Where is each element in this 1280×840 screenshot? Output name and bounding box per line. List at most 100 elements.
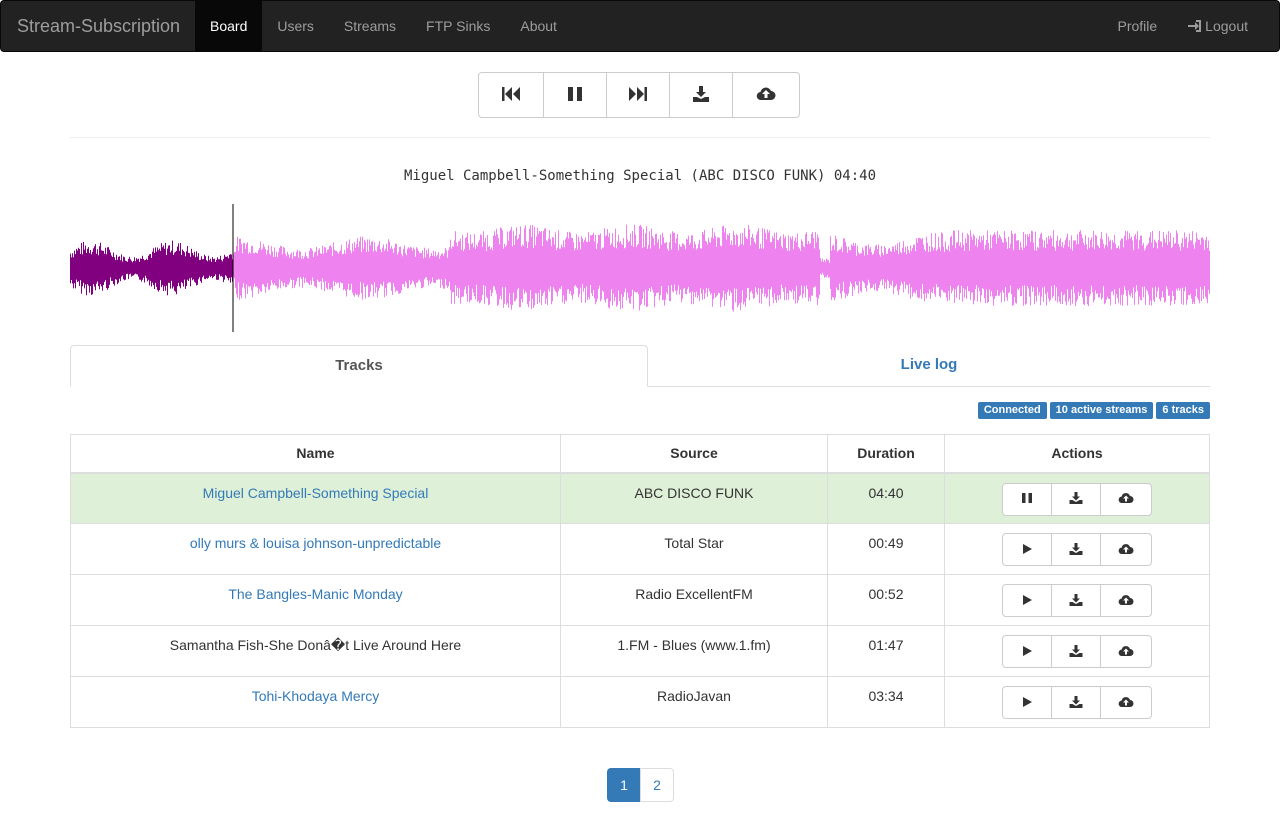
nav-users[interactable]: Users (262, 1, 329, 51)
nav-about[interactable]: About (505, 1, 572, 51)
nav-profile[interactable]: Profile (1102, 1, 1172, 51)
nav-logout[interactable]: Logout (1172, 1, 1263, 51)
now-playing-title: Miguel Campbell-Something Special (ABC D… (403, 168, 876, 184)
download-icon (1069, 695, 1083, 711)
status-badge-tracks: 6 tracks (1156, 402, 1210, 419)
main-nav: Board Users Streams FTP Sinks About (195, 1, 572, 51)
upload-track-button[interactable] (1100, 482, 1152, 516)
play-track-button[interactable] (1002, 533, 1052, 566)
upload-track-button[interactable] (1100, 533, 1152, 566)
user-nav: Profile Logout (1102, 1, 1263, 51)
download-icon (1069, 593, 1083, 609)
tab-tracks[interactable]: Tracks (70, 345, 648, 387)
track-duration: 00:52 (868, 586, 904, 602)
track-source: RadioJavan (657, 688, 731, 704)
download-icon (1069, 491, 1083, 507)
play-track-button[interactable] (1002, 686, 1052, 719)
track-name[interactable]: olly murs & louisa johnson-unpredictable (190, 535, 441, 551)
upload-track-button[interactable] (1100, 635, 1152, 668)
track-name-cell: The Bangles-Manic Monday (70, 574, 561, 626)
waveform[interactable] (70, 204, 1210, 332)
column-header-duration: Duration (827, 434, 945, 474)
track-duration-cell: 00:52 (827, 574, 945, 626)
pause-button[interactable] (543, 72, 607, 118)
play-icon (1021, 542, 1033, 558)
log-in-icon (1187, 3, 1203, 53)
play-track-button[interactable] (1002, 584, 1052, 617)
cloud-upload-button[interactable] (732, 72, 800, 118)
track-actions (1002, 635, 1152, 668)
page-1-link[interactable]: 1 (607, 768, 641, 802)
track-source-cell: Total Star (560, 523, 828, 575)
track-name-cell: olly murs & louisa johnson-unpredictable (70, 523, 561, 575)
nav-streams[interactable]: Streams (329, 1, 411, 51)
track-actions-cell (944, 676, 1210, 728)
column-header-actions: Actions (944, 434, 1210, 474)
navbar: Stream-Subscription Board Users Streams … (0, 0, 1280, 52)
play-icon (1021, 644, 1033, 660)
page-2-link[interactable]: 2 (640, 768, 674, 802)
download-track-button[interactable] (1051, 533, 1101, 566)
download-track-button[interactable] (1051, 635, 1101, 668)
tracks-table: Name Source Duration Actions Miguel Camp… (70, 434, 1210, 728)
waveform-remaining (233, 224, 1210, 312)
track-name[interactable]: Miguel Campbell-Something Special (203, 485, 429, 501)
table-row: Tohi-Khodaya Mercy RadioJavan 03:34 (70, 676, 1210, 728)
download-track-button[interactable] (1051, 482, 1101, 516)
download-button[interactable] (669, 72, 733, 118)
track-duration: 00:49 (868, 535, 904, 551)
brand-link[interactable]: Stream-Subscription (17, 1, 180, 51)
track-duration-cell: 04:40 (827, 472, 945, 524)
track-duration-cell: 00:49 (827, 523, 945, 575)
track-duration-cell: 01:47 (827, 625, 945, 677)
status-badge-connected: Connected (977, 402, 1047, 419)
logout-label: Logout (1205, 18, 1248, 34)
upload-track-button[interactable] (1100, 686, 1152, 719)
next-track-button[interactable] (606, 72, 670, 118)
skip-forward-icon (628, 86, 648, 105)
track-source: ABC DISCO FUNK (634, 484, 754, 501)
track-name-cell: Samantha Fish-She Donâ�t Live Around Her… (70, 625, 561, 677)
track-source: Radio ExcellentFM (635, 586, 753, 602)
table-header-row: Name Source Duration Actions (70, 434, 1210, 474)
track-source-cell: Radio ExcellentFM (560, 574, 828, 626)
player-toolbar (478, 72, 800, 118)
cloud-upload-icon (756, 86, 776, 105)
track-name[interactable]: Tohi-Khodaya Mercy (252, 688, 380, 704)
play-icon (1021, 593, 1033, 609)
download-track-button[interactable] (1051, 686, 1101, 719)
previous-track-button[interactable] (478, 72, 544, 118)
table-row: The Bangles-Manic Monday Radio ExcellentF… (70, 574, 1210, 626)
skip-back-icon (501, 86, 521, 105)
table-row: olly murs & louisa johnson-unpredictable… (70, 523, 1210, 575)
cloud-upload-icon (1118, 491, 1134, 507)
track-actions-cell (944, 472, 1210, 524)
track-actions (1002, 686, 1152, 719)
status-badges: Connected 10 active streams 6 tracks (977, 402, 1210, 419)
track-actions (1002, 482, 1152, 516)
track-source-cell: ABC DISCO FUNK (560, 472, 828, 524)
pause-track-button[interactable] (1002, 482, 1052, 516)
tab-live-log[interactable]: Live log (648, 345, 1210, 387)
nav-board[interactable]: Board (195, 1, 263, 51)
track-name-cell: Miguel Campbell-Something Special (70, 472, 561, 524)
track-duration-cell: 03:34 (827, 676, 945, 728)
pause-icon (1021, 491, 1033, 507)
cloud-upload-icon (1118, 593, 1134, 609)
track-name[interactable]: The Bangles-Manic Monday (228, 586, 402, 602)
pagination: 1 2 (607, 768, 674, 802)
nav-ftp-sinks[interactable]: FTP Sinks (411, 1, 505, 51)
track-name-cell: Tohi-Khodaya Mercy (70, 676, 561, 728)
track-source-cell: RadioJavan (560, 676, 828, 728)
track-actions-cell (944, 625, 1210, 677)
column-header-name: Name (70, 434, 561, 474)
upload-track-button[interactable] (1100, 584, 1152, 617)
play-track-button[interactable] (1002, 635, 1052, 668)
track-actions-cell (944, 574, 1210, 626)
waveform-played (70, 240, 233, 296)
tabs: Tracks Live log (70, 345, 1210, 387)
download-icon (692, 85, 710, 105)
track-name: Samantha Fish-She Donâ�t Live Around Her… (169, 637, 462, 653)
track-actions (1002, 584, 1152, 617)
download-track-button[interactable] (1051, 584, 1101, 617)
